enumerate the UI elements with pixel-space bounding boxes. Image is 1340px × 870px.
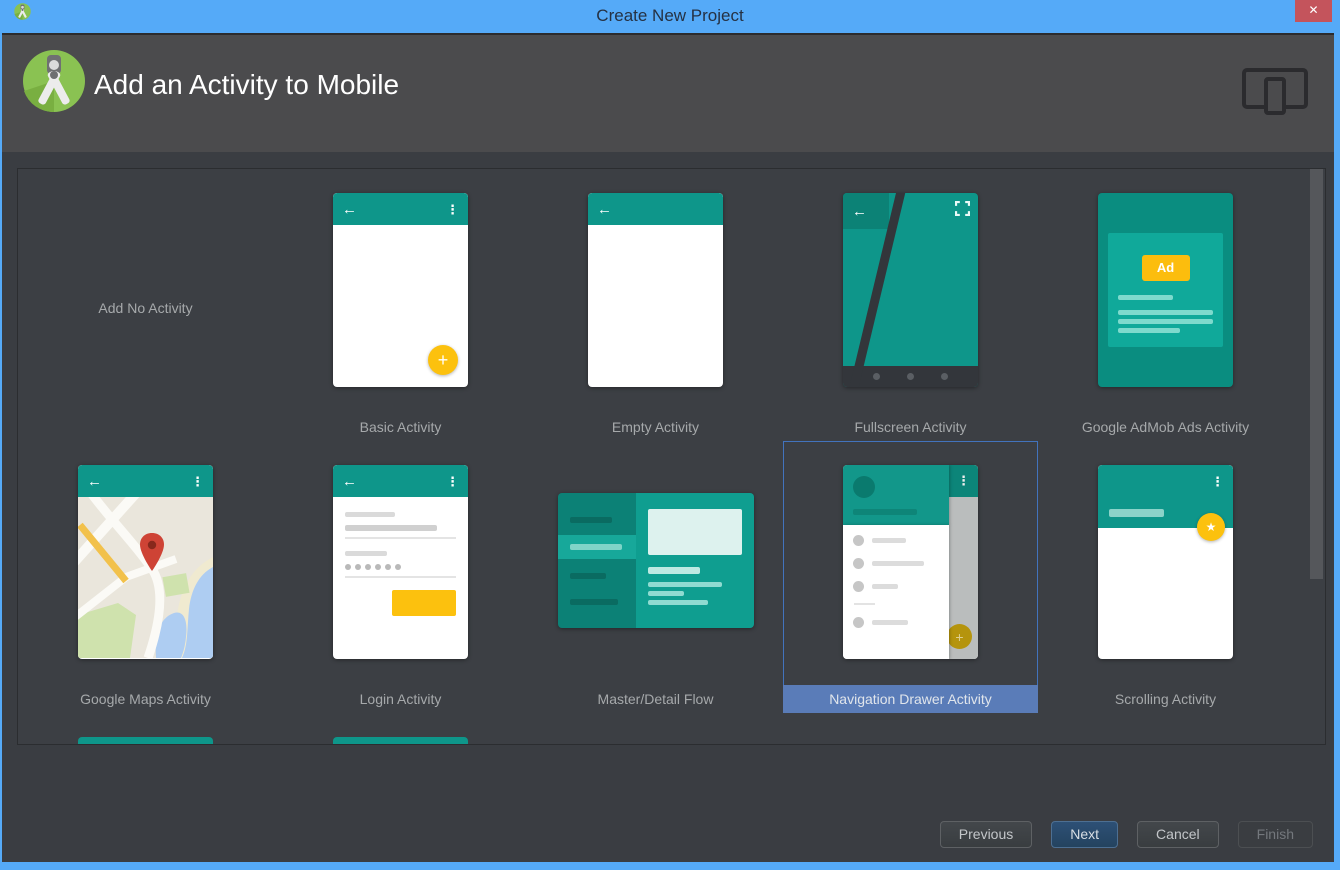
template-label: Add No Activity [98, 300, 193, 316]
back-arrow-icon: ← [597, 200, 612, 218]
scrollbar-thumb[interactable] [1310, 169, 1323, 579]
scrolling-activity-thumbnail: ⋮ ★ [1098, 465, 1233, 659]
close-button[interactable]: ✕ [1295, 0, 1332, 22]
overflow-menu-icon: ⋮ [1211, 474, 1224, 489]
text-line [853, 509, 917, 515]
android-studio-logo [23, 50, 85, 113]
template-label: Master/Detail Flow [597, 691, 714, 707]
maps-activity-thumbnail: ← ⋮ [78, 465, 213, 659]
activity-gallery-panel: Add No Activity ← ⋮ + Basic Activity ← E… [17, 168, 1326, 745]
text-line [1118, 310, 1213, 315]
template-label: Login Activity [359, 691, 442, 707]
template-label: Empty Activity [611, 419, 700, 435]
empty-activity-thumbnail: ← [588, 193, 723, 387]
ad-badge: Ad [1141, 255, 1190, 281]
template-cell-add-no-activity[interactable]: Add No Activity [18, 169, 273, 441]
back-arrow-icon: ← [342, 472, 357, 490]
nav-dot [906, 373, 914, 380]
template-cell-fullscreen-activity[interactable]: ← Fullscreen Activity [783, 169, 1038, 441]
vertical-scrollbar[interactable] [1308, 169, 1325, 744]
wizard-header: Add an Activity to Mobile [2, 33, 1334, 152]
fullscreen-expand-icon [955, 201, 970, 216]
dimmed-fab-plus-icon: + [947, 624, 972, 649]
navigation-drawer-thumbnail: ⋮ + [843, 465, 978, 659]
app-bar: ← [588, 193, 723, 225]
drawer-item [853, 558, 924, 569]
cancel-button[interactable]: Cancel [1137, 821, 1219, 848]
template-cell-google-admob-ads-activity[interactable]: Ad Google AdMob Ads Activity [1038, 169, 1293, 441]
previous-button[interactable]: Previous [939, 821, 1033, 848]
detail-pane [635, 493, 754, 628]
map-graphic [78, 486, 213, 659]
field-label-line [345, 512, 395, 517]
template-label: Navigation Drawer Activity [783, 685, 1038, 713]
overflow-menu-icon: ⋮ [446, 201, 459, 217]
nav-bar [843, 366, 978, 387]
window-titlebar[interactable]: Create New Project ✕ [0, 0, 1340, 33]
page-title: Add an Activity to Mobile [94, 69, 400, 100]
fab-plus-icon: + [428, 345, 458, 375]
field-label-line [345, 551, 387, 556]
template-cell-master-detail-flow[interactable]: Master/Detail Flow [528, 441, 783, 713]
window-title: Create New Project [596, 6, 744, 25]
nav-dot [941, 373, 949, 380]
selected-list-row [557, 535, 636, 559]
field-value-line [345, 525, 437, 531]
template-cell-scrolling-activity[interactable]: ⋮ ★ Scrolling Activity [1038, 441, 1293, 713]
drawer-item [853, 535, 906, 546]
text-line [1118, 295, 1173, 300]
finish-button: Finish [1237, 821, 1313, 848]
title-line [1109, 509, 1164, 517]
app-bar: ← ⋮ [333, 465, 468, 497]
wizard-body: Add No Activity ← ⋮ + Basic Activity ← E… [2, 152, 1334, 862]
sign-in-button-placeholder [392, 590, 456, 616]
partial-template-card [78, 737, 213, 744]
next-button[interactable]: Next [1051, 821, 1119, 848]
password-dots [345, 564, 468, 570]
overflow-menu-icon: ⋮ [446, 473, 459, 489]
template-cell-login-activity[interactable]: ← ⋮ Login Activity [273, 441, 528, 713]
overflow-menu-icon: ⋮ [949, 465, 978, 497]
detail-image-placeholder [647, 509, 742, 555]
phone-outline-icon [1264, 77, 1286, 115]
wizard-footer: Previous Next Cancel Finish [939, 821, 1313, 848]
basic-activity-thumbnail: ← ⋮ + [333, 193, 468, 387]
nav-dot [872, 373, 880, 380]
app-bar: ← ⋮ [333, 193, 468, 225]
text-line [1118, 319, 1213, 324]
back-arrow-icon: ← [87, 472, 102, 490]
drawer-header [843, 465, 949, 525]
master-list-pane [557, 493, 636, 628]
template-label: Scrolling Activity [1114, 691, 1217, 707]
drawer-panel [843, 525, 949, 659]
partial-template-card [333, 737, 468, 744]
template-label: Google Maps Activity [80, 691, 211, 707]
avatar [853, 476, 875, 498]
app-bar: ← ⋮ [78, 465, 213, 497]
overflow-menu-icon: ⋮ [191, 473, 204, 489]
mobile-devices-icon [1242, 66, 1308, 122]
template-cell-empty-activity[interactable]: ← Empty Activity [528, 169, 783, 441]
template-cell-navigation-drawer-activity[interactable]: ⋮ + Navigation Drawer Activity [783, 441, 1038, 713]
close-icon: ✕ [1308, 3, 1319, 17]
drawer-item [853, 617, 908, 628]
field-underline [345, 576, 456, 578]
field-underline [345, 537, 456, 539]
fab-star-icon: ★ [1197, 513, 1225, 541]
admob-activity-thumbnail: Ad [1098, 193, 1233, 387]
text-line [1118, 328, 1180, 333]
drawer-divider [854, 603, 875, 605]
template-cell-google-maps-activity[interactable]: ← ⋮ Google Maps Activity [18, 441, 273, 713]
template-label: Fullscreen Activity [854, 419, 967, 435]
template-cell-basic-activity[interactable]: ← ⋮ + Basic Activity [273, 169, 528, 441]
drawer-item [853, 581, 898, 592]
back-arrow-icon: ← [342, 200, 357, 218]
template-label: Google AdMob Ads Activity [1081, 419, 1250, 435]
template-label: Basic Activity [359, 419, 442, 435]
fullscreen-activity-thumbnail: ← [843, 193, 978, 387]
back-arrow-icon: ← [852, 202, 867, 220]
login-activity-thumbnail: ← ⋮ [333, 465, 468, 659]
master-detail-thumbnail [557, 493, 754, 628]
